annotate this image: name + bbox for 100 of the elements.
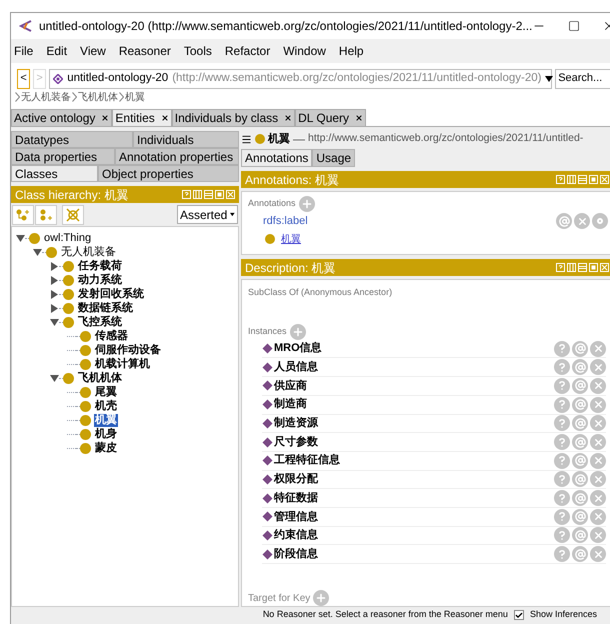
breadcrumb-item[interactable]: 飞机机体 xyxy=(78,90,118,104)
tree-item[interactable]: 数据链系统 xyxy=(77,302,134,314)
tree-item[interactable]: 尾翼 xyxy=(94,386,118,398)
delete-button[interactable] xyxy=(590,340,606,357)
workspace-tab[interactable]: Individuals by class xyxy=(172,109,296,127)
instance-item[interactable]: 管理信息 xyxy=(274,508,318,526)
help-button[interactable] xyxy=(554,471,570,488)
tree-item[interactable]: 伺服作动设备 xyxy=(94,344,162,356)
delete-button[interactable] xyxy=(590,396,606,413)
tree-item[interactable]: owl:Thing xyxy=(43,232,92,244)
entity-tab[interactable]: Individuals xyxy=(133,131,239,148)
tree-item[interactable]: 机载计算机 xyxy=(94,358,151,370)
help-button[interactable] xyxy=(554,546,570,562)
instance-item[interactable]: 权限分配 xyxy=(274,471,318,488)
delete-button[interactable] xyxy=(590,471,606,488)
tree-item[interactable]: 蒙皮 xyxy=(94,442,118,454)
menu-item[interactable]: Tools xyxy=(184,42,212,60)
delete-button[interactable] xyxy=(590,490,606,506)
dropdown-icon[interactable] xyxy=(545,76,554,82)
help-button[interactable] xyxy=(554,340,570,357)
annotate-button[interactable] xyxy=(572,546,588,562)
add-subclass-button[interactable] xyxy=(12,204,34,224)
instance-item[interactable]: 人员信息 xyxy=(274,359,318,376)
menu-item[interactable]: Window xyxy=(283,42,326,60)
delete-button[interactable] xyxy=(574,213,590,230)
workspace-tab[interactable]: DL Query xyxy=(295,109,366,127)
instance-item[interactable]: 供应商 xyxy=(274,378,307,394)
delete-button[interactable] xyxy=(590,546,606,562)
columns-icon[interactable] xyxy=(567,175,576,184)
help-button[interactable] xyxy=(554,490,570,506)
delete-button[interactable] xyxy=(590,378,606,394)
collapsed-arrow-icon[interactable] xyxy=(50,276,59,284)
tree-item[interactable]: 动力系统 xyxy=(77,274,123,286)
expanded-arrow-icon[interactable] xyxy=(16,234,25,242)
delete-button[interactable] xyxy=(590,508,606,525)
annotation-value[interactable]: 机翼 xyxy=(281,232,301,246)
tree-item[interactable]: 飞控系统 xyxy=(77,316,123,328)
help-icon[interactable] xyxy=(182,190,191,199)
delete-button[interactable] xyxy=(590,527,606,544)
help-button[interactable] xyxy=(554,527,570,544)
delete-button[interactable] xyxy=(590,452,606,469)
annotation-property[interactable]: rdfs:label xyxy=(263,213,308,230)
annotate-button[interactable] xyxy=(572,434,588,450)
collapsed-arrow-icon[interactable] xyxy=(50,262,59,270)
expanded-arrow-icon[interactable] xyxy=(50,374,59,382)
tree-item[interactable]: 机身 xyxy=(94,428,118,440)
menu-item[interactable]: Help xyxy=(338,42,364,60)
tree-item[interactable]: 任务载荷 xyxy=(77,260,123,272)
help-button[interactable] xyxy=(554,434,570,450)
help-button[interactable] xyxy=(554,359,570,376)
collapsed-arrow-icon[interactable] xyxy=(50,290,59,298)
breadcrumb-item[interactable]: 机翼 xyxy=(125,90,145,104)
help-button[interactable] xyxy=(554,452,570,469)
delete-button[interactable] xyxy=(590,359,606,376)
annotate-button[interactable] xyxy=(572,340,588,357)
annotate-button[interactable] xyxy=(556,213,572,230)
tree-item[interactable]: 发射回收系统 xyxy=(77,288,145,300)
options-button[interactable] xyxy=(592,213,608,230)
instance-item[interactable]: 尺寸参数 xyxy=(274,434,318,450)
workspace-tab[interactable]: Entities xyxy=(112,109,172,127)
ontology-selector[interactable]: untitled-ontology-20 (http://www.semanticweb.org/zc/ontologies/2021/11/untitled-ontology-20) xyxy=(49,68,552,88)
breadcrumb-item[interactable]: 无人机装备 xyxy=(21,90,71,104)
annotate-button[interactable] xyxy=(572,396,588,413)
add-button[interactable] xyxy=(313,590,330,606)
instance-item[interactable]: 制造商 xyxy=(274,396,307,413)
close-tab-icon[interactable] xyxy=(284,114,292,122)
search-field[interactable]: Search... xyxy=(555,68,610,88)
columns-icon[interactable] xyxy=(567,263,576,272)
columns-icon[interactable] xyxy=(193,190,202,199)
checkbox[interactable] xyxy=(514,610,524,620)
instance-item[interactable]: 制造资源 xyxy=(274,415,318,432)
close-tab-icon[interactable] xyxy=(355,114,364,122)
entity-tab[interactable]: Object properties xyxy=(98,165,239,182)
mode-dropdown[interactable]: Asserted xyxy=(177,205,238,224)
close-tab-icon[interactable] xyxy=(160,114,169,122)
back-button[interactable]: < xyxy=(17,68,30,88)
entity-tab[interactable]: Annotation properties xyxy=(115,148,239,165)
help-button[interactable] xyxy=(554,508,570,525)
tree-item[interactable]: 机翼 xyxy=(94,414,118,426)
menu-item[interactable]: Reasoner xyxy=(118,42,171,60)
view-tab[interactable]: Usage xyxy=(312,149,356,167)
annotate-button[interactable] xyxy=(572,452,588,469)
instance-item[interactable]: 特征数据 xyxy=(274,490,318,506)
entity-tab[interactable]: Datatypes xyxy=(11,131,133,148)
instance-item[interactable]: MRO信息 xyxy=(274,340,322,357)
tree-item[interactable]: 飞机机体 xyxy=(77,372,123,384)
help-button[interactable] xyxy=(554,396,570,413)
tree-item[interactable]: 机壳 xyxy=(94,400,118,412)
help-icon[interactable] xyxy=(556,263,565,272)
menu-item[interactable]: Edit xyxy=(46,42,68,60)
rows-icon[interactable] xyxy=(578,263,587,272)
expanded-arrow-icon[interactable] xyxy=(50,318,59,326)
annotate-button[interactable] xyxy=(572,490,588,506)
annotate-button[interactable] xyxy=(572,378,588,394)
rows-icon[interactable] xyxy=(204,190,213,199)
annotate-button[interactable] xyxy=(572,359,588,376)
delete-class-button[interactable] xyxy=(62,204,84,224)
delete-button[interactable] xyxy=(590,434,606,450)
help-icon[interactable] xyxy=(556,175,565,184)
annotate-button[interactable] xyxy=(572,415,588,432)
